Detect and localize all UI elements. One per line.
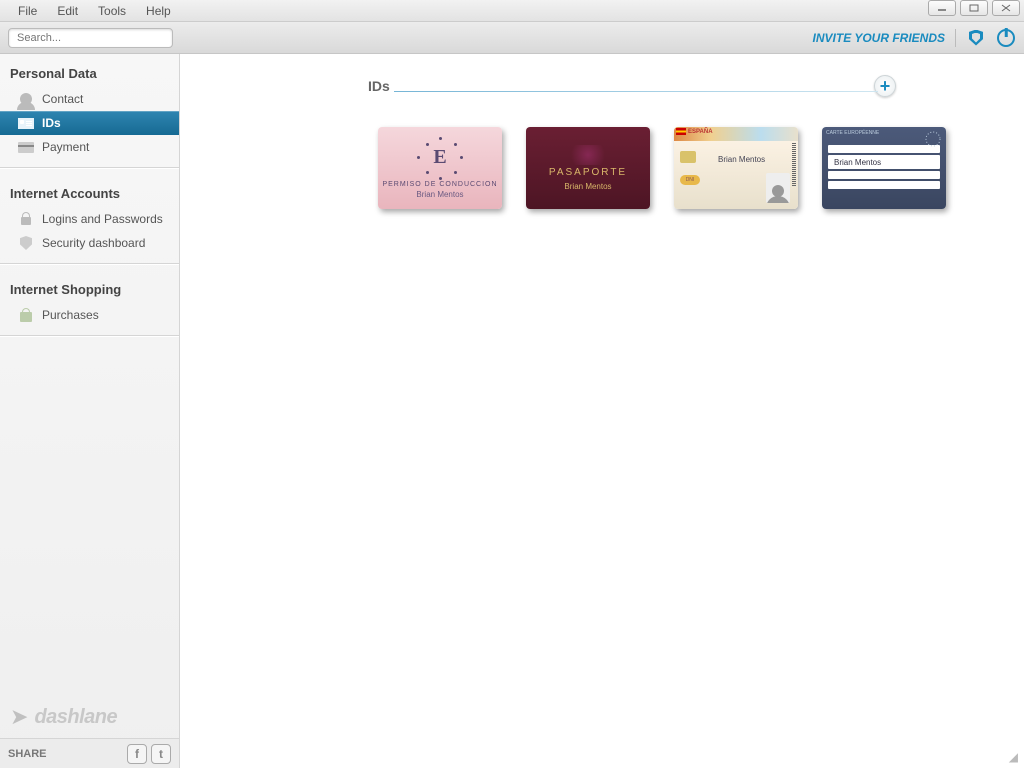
card-holder-name: Brian Mentos [564, 182, 611, 191]
card-health-insurance[interactable]: CARTE EUROPÉENNE Brian Mentos [822, 127, 946, 209]
card-field [828, 171, 940, 179]
dni-badge: DNI [680, 175, 700, 185]
page-header: IDs + [368, 76, 896, 97]
page-title: IDs [368, 78, 390, 96]
resize-grip-icon[interactable]: ◢ [1009, 750, 1018, 764]
header-line [394, 91, 878, 92]
flag-icon [676, 128, 686, 135]
eu-stars-icon [924, 130, 942, 148]
menu-help[interactable]: Help [136, 2, 181, 20]
divider [0, 263, 179, 264]
sidebar-item-label: Security dashboard [42, 236, 145, 250]
power-icon[interactable] [996, 28, 1016, 48]
invite-friends-link[interactable]: INVITE YOUR FRIENDS [813, 31, 945, 45]
sidebar: Personal Data Contact IDs Payment Intern… [0, 54, 180, 768]
photo-placeholder [766, 173, 790, 203]
chip-icon [680, 151, 696, 163]
card-holder-name: Brian Mentos [416, 190, 463, 199]
share-label: SHARE [8, 748, 47, 760]
window-controls [928, 0, 1020, 16]
card-drivers-licence[interactable]: E PERMISO DE CONDUCCION Brian Mentos [378, 127, 502, 209]
credit-card-icon [18, 140, 34, 154]
close-button[interactable] [992, 0, 1020, 16]
menu-bar: File Edit Tools Help [0, 2, 181, 20]
title-bar: File Edit Tools Help [0, 0, 1024, 22]
facebook-button[interactable]: f [127, 744, 147, 764]
card-passport[interactable]: PASAPORTE Brian Mentos [526, 127, 650, 209]
separator [955, 29, 956, 47]
menu-edit[interactable]: Edit [47, 2, 88, 20]
sidebar-section-shopping: Internet Shopping [0, 278, 179, 303]
card-national-id[interactable]: ESPAÑA Brian Mentos DNI [674, 127, 798, 209]
sidebar-section-internet: Internet Accounts [0, 182, 179, 207]
plus-icon: + [880, 77, 891, 95]
search-input[interactable] [8, 28, 173, 48]
sidebar-item-ids[interactable]: IDs [0, 111, 179, 135]
content-area: IDs + E PERMISO DE CONDUCCION Brian Ment… [180, 54, 1024, 768]
card-type: PASAPORTE [549, 167, 627, 178]
sidebar-item-logins[interactable]: Logins and Passwords [0, 207, 179, 231]
minimize-button[interactable] [928, 0, 956, 16]
person-icon [18, 92, 34, 106]
cards-grid: E PERMISO DE CONDUCCION Brian Mentos PAS… [378, 127, 978, 209]
sidebar-item-contact[interactable]: Contact [0, 87, 179, 111]
toolbar: INVITE YOUR FRIENDS [0, 22, 1024, 54]
sidebar-item-label: IDs [42, 116, 61, 130]
menu-tools[interactable]: Tools [88, 2, 136, 20]
shield-icon [18, 236, 34, 250]
sidebar-item-label: Purchases [42, 308, 99, 322]
gazelle-icon: ➤ [10, 704, 28, 730]
id-card-icon [18, 116, 34, 130]
share-bar: SHARE f t [0, 738, 179, 768]
sidebar-item-payment[interactable]: Payment [0, 135, 179, 159]
divider [0, 167, 179, 168]
sidebar-item-security[interactable]: Security dashboard [0, 231, 179, 255]
eu-stars-icon: E [420, 137, 460, 177]
sidebar-item-label: Logins and Passwords [42, 212, 163, 226]
sidebar-item-label: Payment [42, 140, 89, 154]
twitter-button[interactable]: t [151, 744, 171, 764]
crest-icon [566, 145, 610, 165]
divider [0, 335, 179, 336]
add-button[interactable]: + [874, 75, 896, 97]
card-country: ESPAÑA [674, 127, 798, 141]
barcode-icon [792, 143, 796, 187]
card-holder-name: Brian Mentos [718, 155, 765, 164]
shield-icon[interactable] [966, 28, 986, 48]
card-letter: E [433, 146, 446, 169]
sidebar-item-purchases[interactable]: Purchases [0, 303, 179, 327]
sidebar-item-label: Contact [42, 92, 83, 106]
sidebar-section-personal: Personal Data [0, 62, 179, 87]
maximize-button[interactable] [960, 0, 988, 16]
card-field [828, 181, 940, 189]
card-type: PERMISO DE CONDUCCION [382, 181, 497, 188]
card-header-text: CARTE EUROPÉENNE [826, 130, 879, 140]
menu-file[interactable]: File [8, 2, 47, 20]
brand-logo: ➤ dashlane [0, 696, 179, 738]
lock-icon [18, 212, 34, 226]
bag-icon [18, 308, 34, 322]
brand-text: dashlane [34, 706, 117, 729]
card-holder-name: Brian Mentos [828, 155, 940, 169]
